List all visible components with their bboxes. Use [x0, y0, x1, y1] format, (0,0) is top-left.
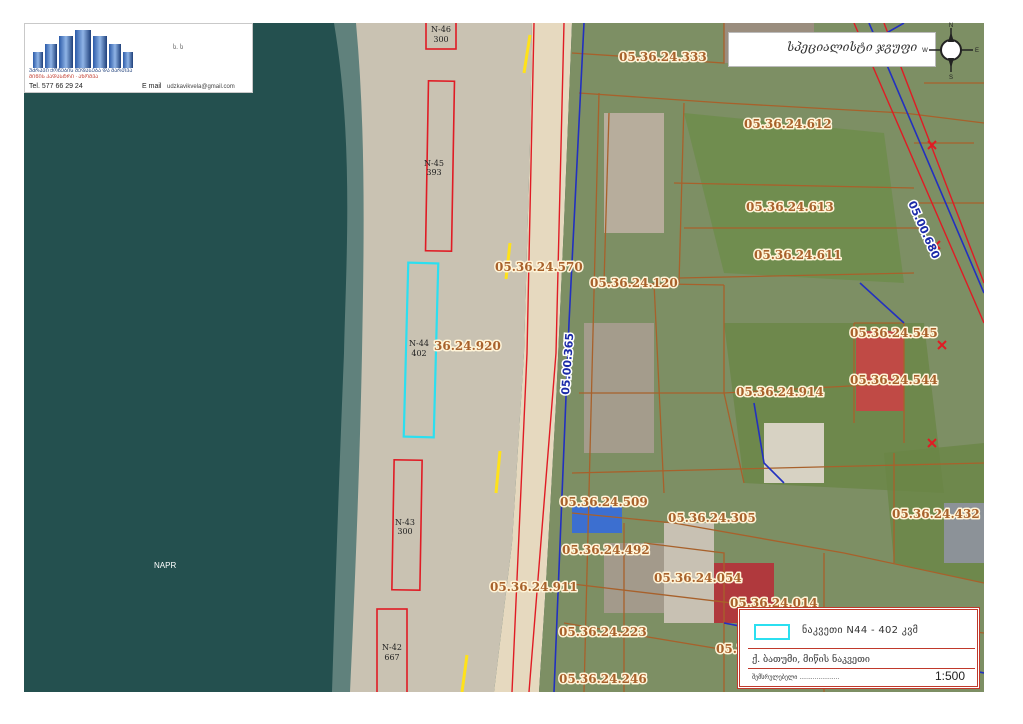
svg-text:N-45: N-45 [424, 159, 444, 168]
parcel-label[interactable]: 05.36.24.545 [849, 325, 940, 342]
parcel-label[interactable]: 05.36.24.612 [743, 116, 834, 133]
svg-text:N-43: N-43 [395, 518, 415, 527]
map-canvas[interactable]: N-46 300 N-45 393 N-44 402 N-43 300 N-42… [24, 23, 984, 692]
company-logo-panel: ს. ს ᲣᲫᲠᲐᲕᲘ ᲥᲝᲜᲔᲑᲘᲡ ᲨᲔᲤᲐᲡᲔᲑᲐ ᲓᲐ ᲛᲐᲠᲗᲕᲐ Მ… [24, 23, 253, 93]
compass-south: S [949, 75, 953, 80]
parcel-label[interactable]: 05.36.24.570 [494, 259, 585, 276]
company-subtitle: ᲛᲘᲬᲘᲡ ᲙᲐᲓᲐᲡᲢᲠᲘ · ᲐᲖᲝᲛᲕᲐ [29, 74, 99, 80]
parcel-label[interactable]: 05.36.24.911 [489, 579, 580, 596]
legend-swatch-highlighted-lot [754, 624, 790, 640]
parcel-label[interactable]: 05.36.24.544 [849, 372, 940, 389]
signature-panel: სპეციალისტი ჯგუფი [728, 32, 936, 67]
company-logo-icon [33, 30, 133, 68]
svg-text:N-44: N-44 [409, 339, 429, 348]
legend-title: ნაკვეთი N44 - 402 კვმ [802, 625, 919, 636]
building [584, 323, 654, 453]
parcel-label[interactable]: 05.36.24.120 [589, 275, 680, 292]
legend-place: ქ. ბათუმი, მიწის ნაკვეთი [752, 655, 870, 665]
sea-watermark-label: NAPR [154, 561, 176, 570]
legend-divider [748, 648, 975, 649]
legend-signature-line: შემსრულებელი ..................... [752, 674, 840, 681]
building [604, 113, 664, 233]
map-scale: 1:500 [934, 669, 965, 683]
parcel-label[interactable]: 05.36.24.246 [558, 671, 649, 688]
parcel-label[interactable]: 05.36.24.223 [558, 624, 649, 641]
map-legend: ნაკვეთი N44 - 402 კვმ ქ. ბათუმი, მიწის ნ… [737, 607, 980, 689]
parcel-label[interactable]: 05.36.24.611 [753, 247, 844, 264]
svg-text:402: 402 [411, 349, 426, 358]
company-name: ს. ს [173, 44, 184, 51]
parcel-label[interactable]: 05.36.24.432 [891, 506, 982, 523]
parcel-label[interactable]: 05.36.24.305 [667, 510, 758, 527]
parcel-label[interactable]: 05.36.24.492 [561, 542, 652, 559]
parcel-label[interactable]: 05.36.24.054 [653, 570, 744, 587]
building [764, 423, 824, 483]
svg-text:300: 300 [397, 527, 412, 536]
compass-west: W [922, 48, 928, 54]
building-red-roof [856, 331, 904, 411]
parcel-label[interactable]: 05.36.24.613 [745, 199, 836, 216]
parcel-label[interactable]: 05.36.24.509 [559, 494, 650, 511]
parcel-label[interactable]: 36.24.920 [433, 338, 503, 355]
compass-north: N [949, 23, 953, 29]
company-phone: Tel. 577 66 29 24 [29, 83, 83, 90]
signature-text: სპეციალისტი ჯგუფი [787, 40, 918, 54]
svg-text:393: 393 [426, 168, 441, 177]
parcel-label[interactable]: 05.36.24.333 [618, 49, 709, 66]
map-view[interactable]: N-46 300 N-45 393 N-44 402 N-43 300 N-42… [24, 23, 984, 692]
compass-rose-icon: N S E W [922, 23, 979, 80]
company-email-label: E mail [142, 83, 162, 90]
svg-text:667: 667 [384, 653, 399, 662]
svg-text:N-42: N-42 [382, 643, 402, 652]
svg-text:N-46: N-46 [431, 25, 451, 34]
company-email: udzkavikvela@gmail.com [167, 84, 235, 90]
parcel-label[interactable]: 05.36.24.914 [735, 384, 826, 401]
svg-text:300: 300 [433, 35, 448, 44]
compass-east: E [975, 48, 979, 54]
